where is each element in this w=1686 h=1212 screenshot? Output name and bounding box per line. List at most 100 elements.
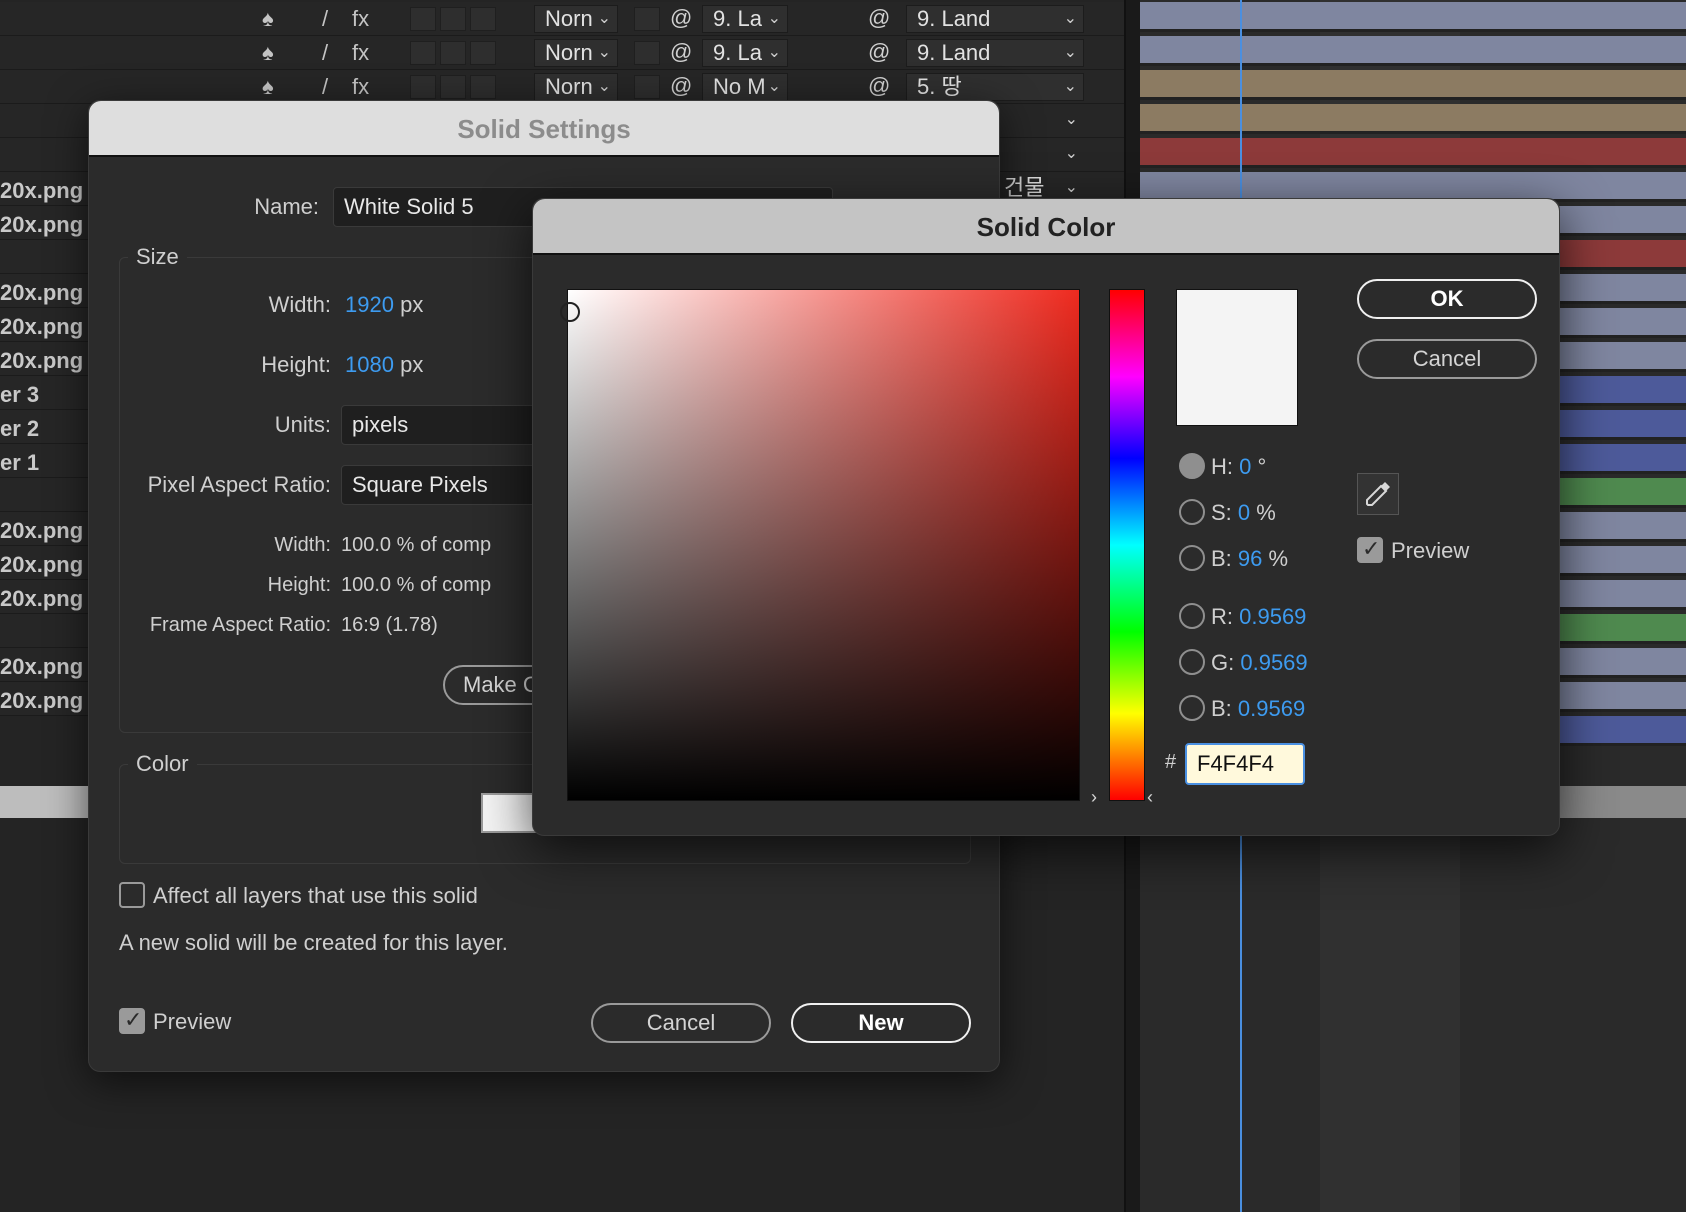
cancel-button[interactable]: Cancel — [1357, 339, 1537, 379]
layer-name[interactable]: 20x.png — [0, 688, 83, 714]
effects-icon[interactable]: fx — [352, 74, 369, 100]
switch-box[interactable] — [410, 75, 436, 99]
pixel-aspect-ratio-dropdown[interactable]: Square Pixels — [341, 465, 541, 505]
blend-mode-dropdown-label: Norn — [545, 6, 593, 31]
track-matte-dropdown[interactable]: 9. La ⌄ — [702, 5, 788, 33]
effects-icon[interactable]: fx — [352, 6, 369, 32]
timeline-scrollbar-right[interactable] — [1560, 786, 1686, 818]
saturation-radio[interactable] — [1179, 499, 1205, 525]
parent-dropdown[interactable]: ⌄ — [994, 107, 1084, 135]
shy-icon[interactable]: ♠ — [262, 6, 274, 32]
switch-box[interactable] — [470, 75, 496, 99]
layer-row[interactable]: ♠ / fx Norn ⌄ No M ⌄ 5. 땅 ⌄ @ @ — [0, 70, 1124, 104]
layer-name[interactable]: 20x.png — [0, 212, 83, 238]
layer-name[interactable]: 20x.png — [0, 314, 83, 340]
switch-box[interactable] — [470, 7, 496, 31]
track-matte-dropdown[interactable]: 9. La ⌄ — [702, 39, 788, 67]
brightness-value[interactable]: 96 — [1238, 546, 1262, 571]
preview-checkbox[interactable] — [1357, 536, 1383, 563]
layer-duration-bar[interactable] — [1140, 138, 1686, 168]
layer-duration-bar[interactable] — [1140, 2, 1686, 32]
cancel-button[interactable]: Cancel — [591, 1003, 771, 1043]
new-button[interactable]: New — [791, 1003, 971, 1043]
pickwhip-icon[interactable]: @ — [670, 73, 692, 99]
pickwhip-icon[interactable]: @ — [670, 5, 692, 31]
parent-dropdown[interactable]: 9. Land ⌄ — [906, 39, 1084, 67]
pickwhip-icon[interactable]: @ — [670, 39, 692, 65]
pickwhip-icon[interactable]: @ — [868, 39, 890, 65]
timeline-scrollbar-left[interactable] — [0, 786, 90, 818]
blue-value[interactable]: 0.9569 — [1238, 696, 1305, 721]
hex-input[interactable]: F4F4F4 — [1185, 743, 1305, 785]
switch-box[interactable] — [634, 75, 660, 99]
layer-row[interactable]: ♠ / fx Norn ⌄ 9. La ⌄ 9. Land ⌄ @ @ — [0, 36, 1124, 70]
green-radio[interactable] — [1179, 649, 1205, 675]
parent-dropdown[interactable]: 5. 땅 ⌄ — [906, 73, 1084, 101]
hue-radio[interactable] — [1179, 453, 1205, 479]
layer-duration-bar[interactable] — [1140, 70, 1686, 100]
saturation-value[interactable]: 0 — [1238, 500, 1250, 525]
layer-name[interactable]: er 1 — [0, 450, 39, 476]
switch-box[interactable] — [440, 75, 466, 99]
parent-dropdown[interactable]: 9. Land ⌄ — [906, 5, 1084, 33]
layer-name[interactable]: 20x.png — [0, 654, 83, 680]
layer-name[interactable]: 20x.png — [0, 586, 83, 612]
shy-icon[interactable]: ♠ — [262, 74, 274, 100]
preview-checkbox[interactable] — [119, 1007, 145, 1034]
layer-name[interactable]: 20x.png — [0, 518, 83, 544]
red-value[interactable]: 0.9569 — [1239, 604, 1306, 629]
track-matte-dropdown-label: 9. La — [713, 40, 762, 65]
eyedropper-icon[interactable] — [1357, 473, 1399, 515]
blend-mode-dropdown[interactable]: Norn ⌄ — [534, 39, 618, 67]
layer-row[interactable]: ♠ / fx Norn ⌄ 9. La ⌄ 9. Land ⌄ @ @ — [0, 2, 1124, 36]
switch-box[interactable] — [410, 7, 436, 31]
saturation-field: S: 0 % — [1211, 500, 1276, 526]
hue-value[interactable]: 0 — [1239, 454, 1251, 479]
layer-duration-bar[interactable] — [1140, 36, 1686, 66]
effects-icon[interactable]: fx — [352, 40, 369, 66]
color-picker-cursor[interactable] — [560, 302, 580, 322]
hue-unit: ° — [1257, 454, 1267, 479]
pickwhip-icon[interactable]: @ — [868, 5, 890, 31]
saturation-brightness-field[interactable] — [560, 289, 1080, 801]
layer-name[interactable]: er 3 — [0, 382, 39, 408]
switch-box[interactable] — [470, 41, 496, 65]
width-value[interactable]: 1920 — [345, 292, 394, 317]
hue-arrow-right-icon[interactable]: › — [1091, 787, 1097, 808]
layer-duration-bar[interactable] — [1140, 104, 1686, 134]
switch-box[interactable] — [440, 41, 466, 65]
switch-box[interactable] — [634, 41, 660, 65]
switch-box[interactable] — [634, 7, 660, 31]
blend-mode-dropdown[interactable]: Norn ⌄ — [534, 73, 618, 101]
pickwhip-icon[interactable]: @ — [868, 73, 890, 99]
ok-button[interactable]: OK — [1357, 279, 1537, 319]
green-value[interactable]: 0.9569 — [1240, 650, 1307, 675]
brightness-radio[interactable] — [1179, 545, 1205, 571]
chevron-down-icon: ⌄ — [1064, 111, 1078, 128]
units-dropdown[interactable]: pixels — [341, 405, 541, 445]
height-value[interactable]: 1080 — [345, 352, 394, 377]
layer-name[interactable]: er 2 — [0, 416, 39, 442]
red-label: R: — [1211, 604, 1233, 629]
blend-mode-dropdown[interactable]: Norn ⌄ — [534, 5, 618, 33]
quality-icon[interactable]: / — [322, 6, 328, 32]
switch-box[interactable] — [410, 41, 436, 65]
quality-icon[interactable]: / — [322, 74, 328, 100]
parent-dropdown[interactable]: ⌄ — [994, 141, 1084, 169]
quality-icon[interactable]: / — [322, 40, 328, 66]
layer-name[interactable]: 20x.png — [0, 280, 83, 306]
track-matte-dropdown[interactable]: No M ⌄ — [702, 73, 788, 101]
switch-box[interactable] — [440, 7, 466, 31]
layer-name[interactable]: 20x.png — [0, 552, 83, 578]
layer-name[interactable]: 20x.png — [0, 178, 83, 204]
shy-icon[interactable]: ♠ — [262, 40, 274, 66]
hue-arrow-left-icon[interactable]: ‹ — [1147, 787, 1153, 808]
affect-all-layers-checkbox[interactable] — [119, 882, 145, 908]
red-radio[interactable] — [1179, 603, 1205, 629]
height-unit: px — [400, 352, 424, 377]
blue-field: B: 0.9569 — [1211, 696, 1305, 722]
percent-width-label: Width: — [274, 534, 331, 556]
hue-slider[interactable] — [1109, 289, 1145, 801]
blue-radio[interactable] — [1179, 695, 1205, 721]
layer-name[interactable]: 20x.png — [0, 348, 83, 374]
